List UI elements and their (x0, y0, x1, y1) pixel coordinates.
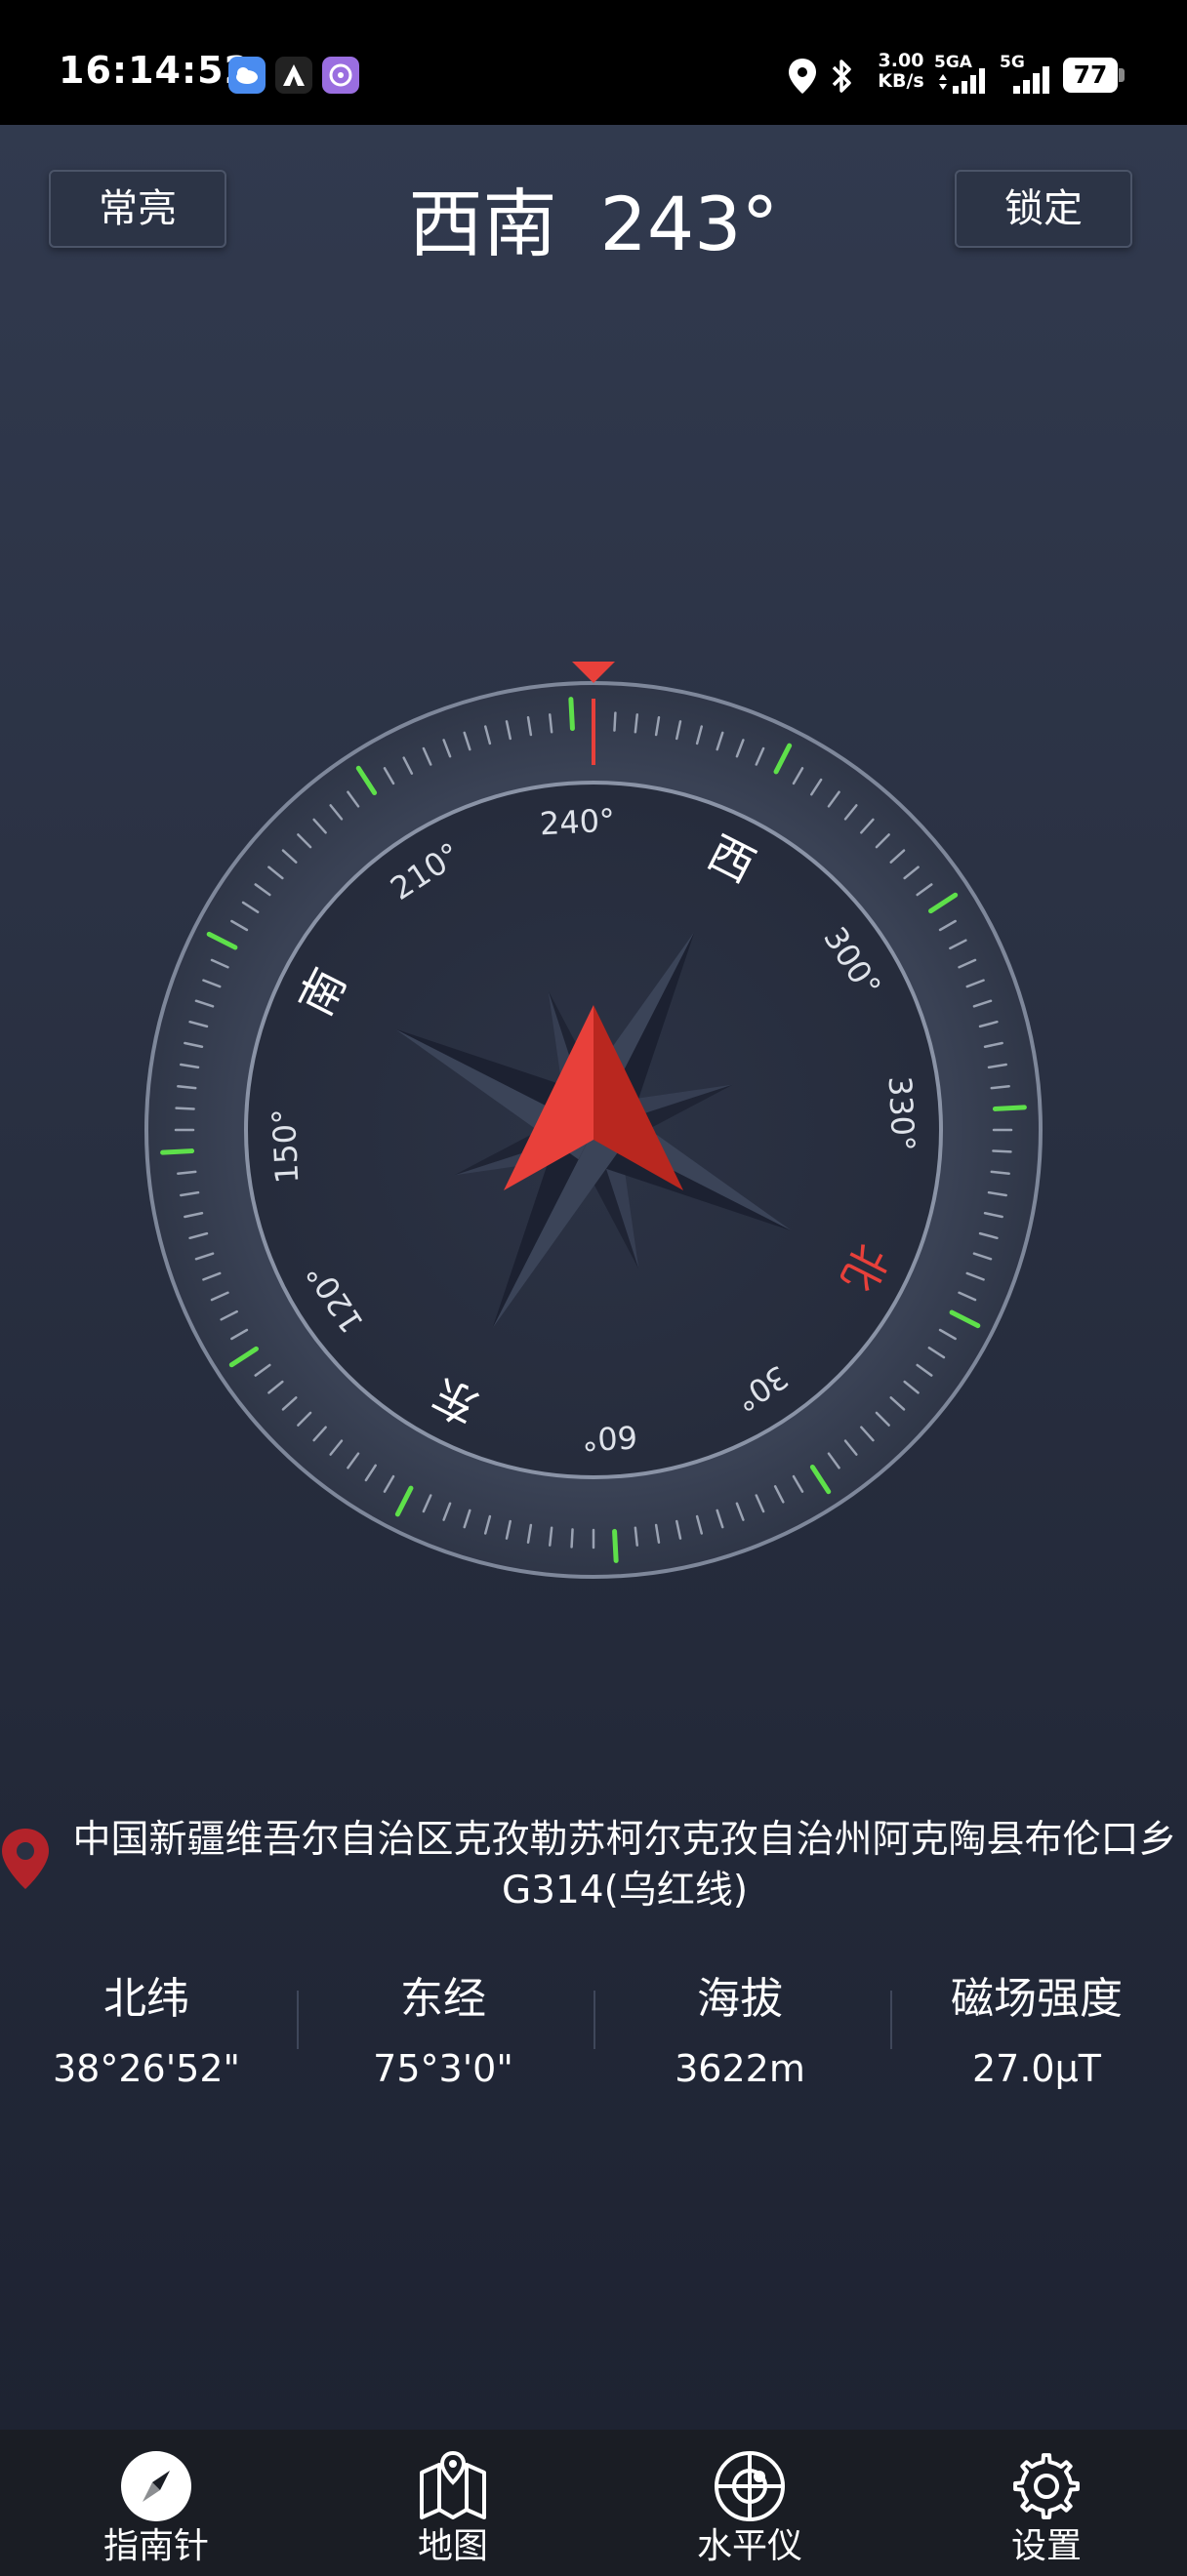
stat-label: 北纬 (103, 1974, 189, 2024)
signal-1-icon (939, 68, 985, 94)
status-bar: 16:14:52 3.00 KB/s 5GA 5G 77 (0, 0, 1187, 125)
stat-label: 东经 (400, 1974, 486, 2024)
bottom-nav: 指南针 地图 水平仪 设置 (0, 2430, 1187, 2576)
stat-value: 27.0μT (972, 2047, 1101, 2090)
network-speed: 3.00 KB/s (872, 51, 930, 92)
stat-value: 38°26'52" (53, 2047, 240, 2090)
location-address: 中国新疆维吾尔自治区克孜勒苏柯尔克孜自治州阿克陶县布伦口乡G314(乌红线) (72, 1818, 1177, 1912)
battery-indicator: 77 (1063, 58, 1118, 93)
heading-degrees: 243° (599, 181, 779, 267)
degree-label: 60° (581, 1418, 638, 1458)
heading-readout: 西南 243° (322, 164, 865, 271)
compass-icon (121, 2451, 191, 2521)
nav-label: 地图 (417, 2526, 488, 2566)
stat-magnetic-field: 磁场强度 27.0μT (890, 1963, 1183, 2090)
major-tick (612, 1528, 619, 1563)
nav-label: 设置 (1010, 2526, 1082, 2566)
tent-app-icon (275, 57, 312, 94)
signal-2-icon (1013, 66, 1049, 94)
level-icon (715, 2451, 785, 2521)
stat-value: 3622m (675, 2047, 805, 2090)
minor-tick (175, 1107, 195, 1110)
stat-altitude: 海拔 3622m (594, 1963, 886, 2090)
minor-tick (570, 1528, 574, 1549)
nav-label: 水平仪 (696, 2526, 802, 2566)
network-speed-value: 3.00 (878, 50, 924, 71)
status-time: 16:14:52 (59, 49, 252, 92)
stat-label: 磁场强度 (951, 1974, 1123, 2024)
degree-label: 240° (539, 801, 616, 842)
lock-button[interactable]: 锁定 (955, 170, 1132, 248)
battery-tip (1119, 68, 1125, 82)
keep-screen-on-button[interactable]: 常亮 (49, 170, 226, 248)
major-tick (160, 1148, 195, 1155)
heading-direction: 西南 (408, 181, 557, 267)
nav-compass[interactable]: 指南针 (59, 2430, 254, 2576)
stat-value: 75°3'0" (373, 2047, 513, 2090)
bluetooth-icon (832, 60, 851, 93)
nav-level[interactable]: 水平仪 (652, 2430, 847, 2576)
minor-tick (613, 711, 617, 732)
major-tick (568, 697, 575, 732)
stat-latitude: 北纬 38°26'52" (0, 1963, 293, 2090)
gear-icon (1013, 2453, 1080, 2519)
stat-longitude: 东经 75°3'0" (297, 1963, 590, 2090)
degree-label: 150° (265, 1107, 306, 1185)
heading-pointer-icon (572, 662, 615, 683)
map-icon (420, 2450, 486, 2519)
compass-dial[interactable]: 30°60°120°150°210°240°300°330°北东南西 (0, 624, 1187, 1600)
location-pin-icon (2, 1829, 49, 1889)
minor-tick (992, 1149, 1012, 1153)
purple-app-icon (322, 57, 359, 94)
stat-label: 海拔 (697, 1974, 783, 2024)
network-speed-unit: KB/s (878, 70, 924, 92)
nav-map[interactable]: 地图 (355, 2430, 551, 2576)
major-tick (992, 1105, 1027, 1111)
weather-app-icon (228, 57, 266, 94)
nav-settings[interactable]: 设置 (949, 2430, 1144, 2576)
nav-label: 指南针 (102, 2526, 209, 2566)
location-status-icon (789, 59, 816, 94)
degree-label: 330° (881, 1075, 922, 1152)
